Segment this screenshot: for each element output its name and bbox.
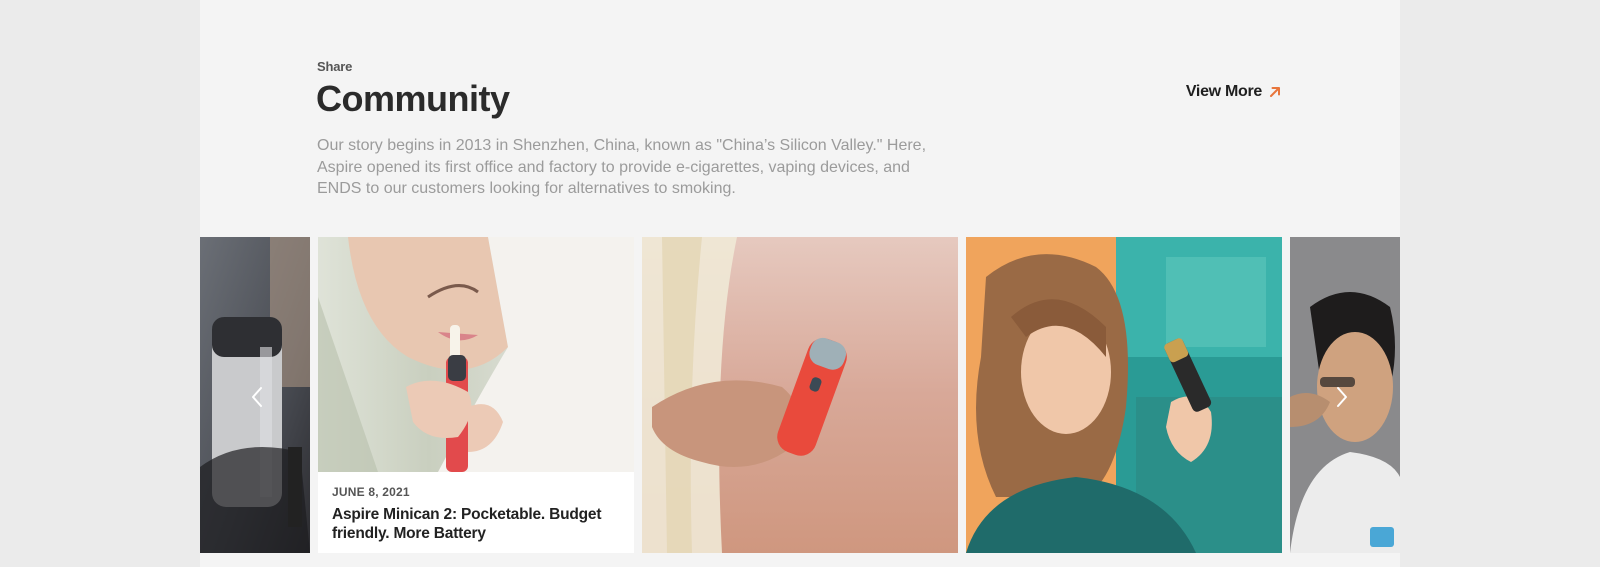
card-image [318,237,634,472]
card-date: JUNE 8, 2021 [332,485,410,499]
card-image [966,237,1282,553]
section-description: Our story begins in 2013 in Shenzhen, Ch… [317,137,927,197]
community-carousel: JUNE 8, 2021 Aspire Minican 2: Pocketabl… [200,237,1400,553]
view-more-link[interactable]: View More [1186,83,1282,101]
section-eyebrow: Share [317,59,353,74]
chevron-right-icon [1335,386,1349,408]
card-image [642,237,958,553]
carousel-card-featured[interactable]: JUNE 8, 2021 Aspire Minican 2: Pocketabl… [318,237,634,553]
carousel-card-4[interactable] [966,237,1282,553]
carousel-next-button[interactable] [1330,385,1354,409]
section-title: Community [316,78,510,119]
arrow-up-right-icon [1268,85,1282,99]
carousel-prev-button[interactable] [245,385,269,409]
view-more-label: View More [1185,83,1262,100]
community-section: Share Community Our story begins in 2013… [200,0,1400,567]
carousel-card-3[interactable] [642,237,958,553]
card-title: Aspire Minican 2: Pocketable. Budget fri… [332,506,602,542]
chevron-left-icon [250,386,264,408]
